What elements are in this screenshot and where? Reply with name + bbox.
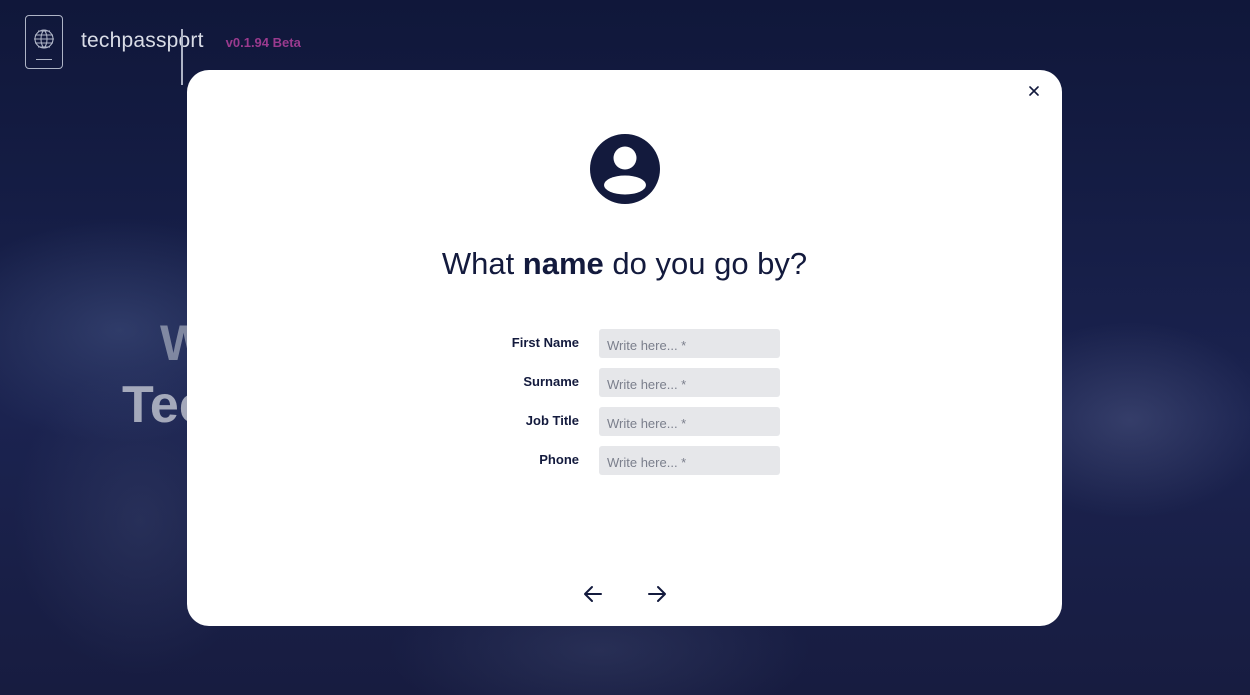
brand-name: techpassport xyxy=(81,29,204,85)
job-title-row: Job Title xyxy=(187,407,1062,436)
surname-input[interactable] xyxy=(599,368,780,397)
close-button[interactable] xyxy=(1026,83,1042,99)
arrow-right-icon xyxy=(648,586,666,602)
title-suffix: do you go by? xyxy=(603,246,808,281)
phone-input[interactable] xyxy=(599,446,780,475)
surname-label: Surname xyxy=(523,374,579,389)
title-emphasis: name xyxy=(522,246,604,281)
brand-text: techpassport xyxy=(81,29,204,52)
next-button[interactable] xyxy=(645,582,669,606)
title-prefix: What xyxy=(441,246,523,281)
app-header: techpassport v0.1.94 Beta xyxy=(25,14,301,85)
user-circle-icon xyxy=(590,134,660,204)
name-dialog: What name do you go by? First Name Surna… xyxy=(187,70,1062,626)
first-name-input[interactable] xyxy=(599,329,780,358)
dialog-title: What name do you go by? xyxy=(187,246,1062,282)
back-button[interactable] xyxy=(581,582,605,606)
phone-row: Phone xyxy=(187,446,1062,475)
job-title-label: Job Title xyxy=(525,413,579,428)
brand-divider xyxy=(181,29,183,85)
passport-logo-icon xyxy=(25,15,63,69)
first-name-label: First Name xyxy=(511,335,579,350)
job-title-input[interactable] xyxy=(599,407,780,436)
version-label: v0.1.94 Beta xyxy=(225,34,301,50)
surname-row: Surname xyxy=(187,368,1062,397)
arrow-left-icon xyxy=(584,586,602,602)
close-icon xyxy=(1029,86,1039,96)
phone-label: Phone xyxy=(539,452,579,467)
first-name-row: First Name xyxy=(187,329,1062,358)
